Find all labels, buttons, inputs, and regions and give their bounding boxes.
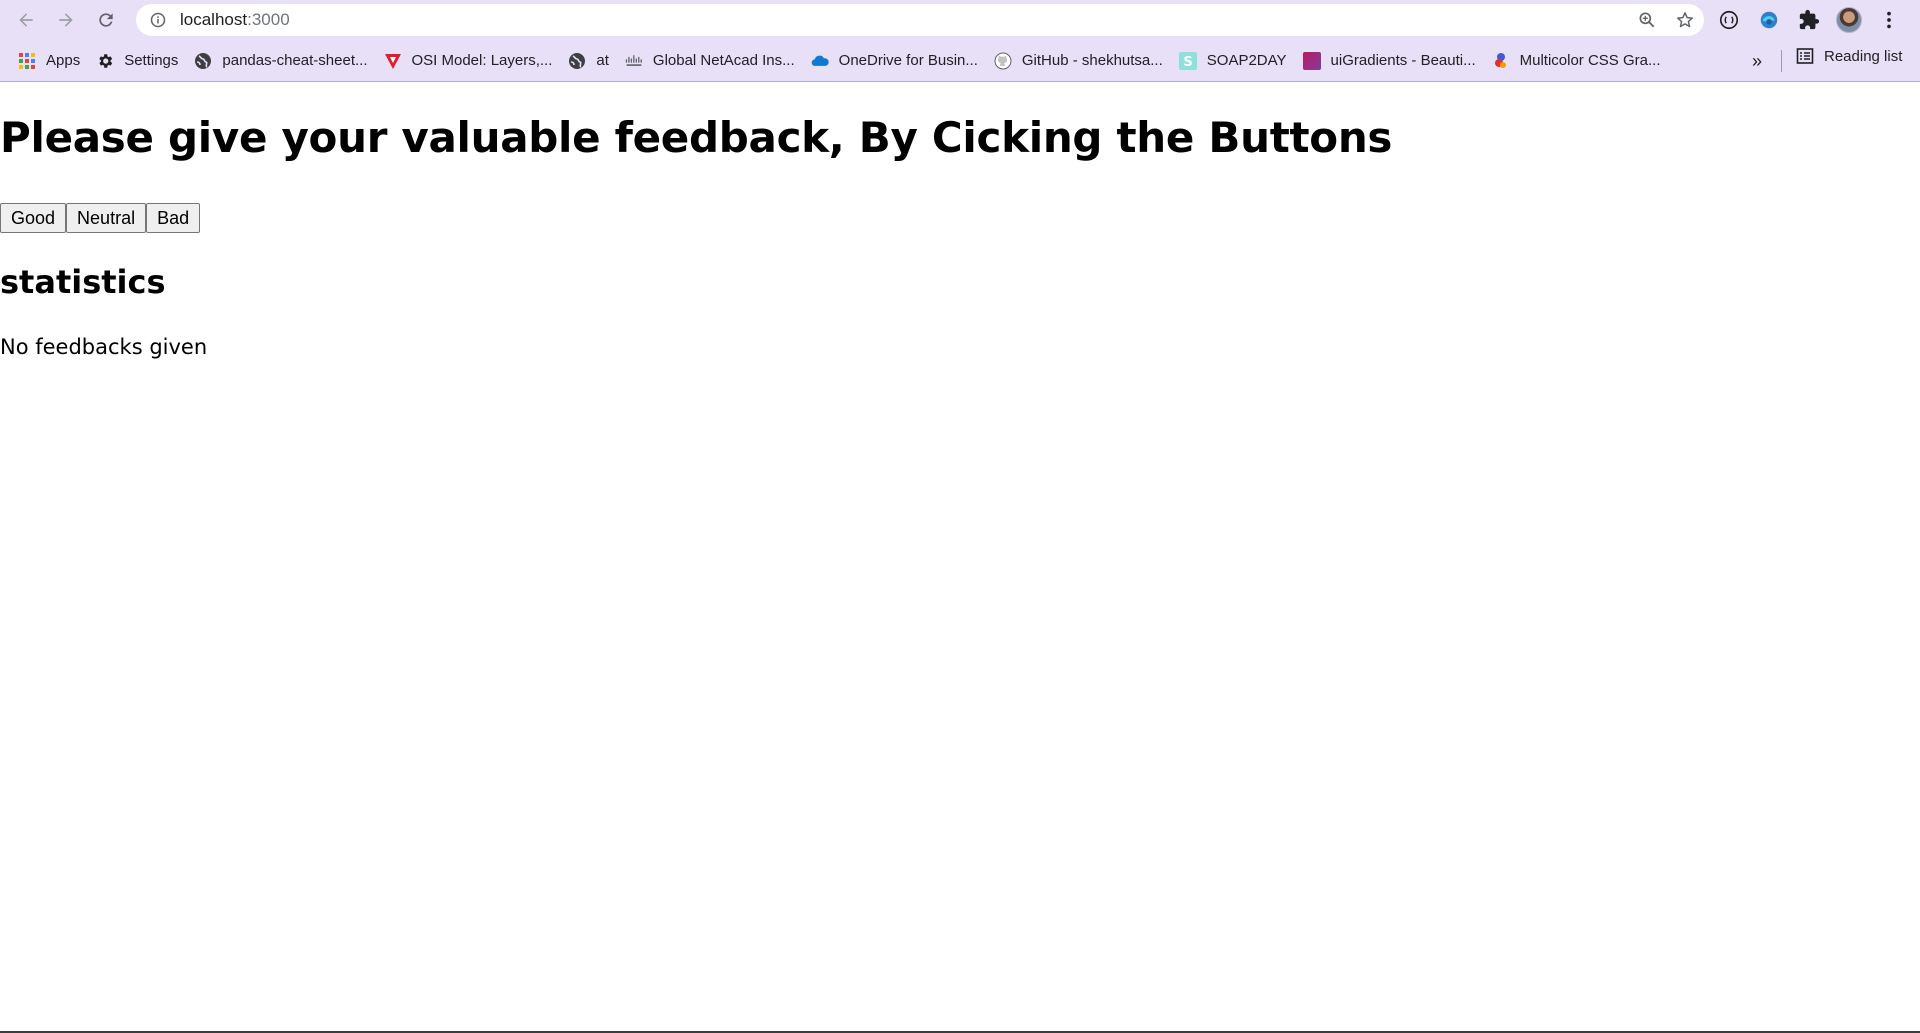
bookmark-onedrive[interactable]: OneDrive for Busin... — [803, 47, 986, 75]
reading-list-button[interactable]: Reading list — [1796, 47, 1902, 65]
svg-text:S: S — [1183, 55, 1192, 70]
bookmark-global-netacad[interactable]: Global NetAcad Ins... — [617, 47, 803, 75]
bookmark-osi-model[interactable]: OSI Model: Layers,... — [376, 47, 561, 75]
bookmarks-bar: Apps Settings pandas-cheat-sheet... OSI … — [0, 40, 1920, 82]
bookmark-label: Settings — [124, 52, 179, 69]
edge-extension-icon[interactable] — [1756, 7, 1782, 33]
bookmark-apps[interactable]: Apps — [10, 47, 88, 75]
s-badge-icon: S — [1178, 51, 1197, 70]
bookmark-uigradients[interactable]: uiGradients - Beauti... — [1295, 47, 1484, 75]
url-port: :3000 — [247, 10, 290, 29]
cloud-icon — [811, 52, 829, 70]
profile-avatar[interactable] — [1836, 7, 1862, 33]
url-host: localhost — [180, 10, 248, 29]
bookmark-label: uiGradients - Beauti... — [1330, 52, 1476, 69]
arrow-left-icon — [19, 13, 33, 27]
bookmark-label: Global NetAcad Ins... — [652, 52, 795, 69]
empty-statistics-message: No feedbacks given — [0, 335, 208, 359]
star-icon[interactable] — [1674, 9, 1696, 31]
bookmark-settings[interactable]: Settings — [88, 47, 186, 75]
bookmark-label: OSI Model: Layers,... — [411, 52, 553, 69]
kebab-menu-icon[interactable] — [1876, 7, 1902, 33]
cisco-icon — [625, 52, 643, 70]
good-button[interactable]: Good — [0, 203, 67, 233]
zoom-icon[interactable] — [1636, 9, 1658, 31]
github-icon — [994, 52, 1012, 70]
back-button[interactable] — [6, 0, 46, 40]
bookmark-label: pandas-cheat-sheet... — [222, 52, 368, 69]
bookmark-label: OneDrive for Busin... — [838, 52, 978, 69]
bookmarks-divider — [1781, 50, 1782, 72]
browser-toolbar: localhost:3000 — [0, 0, 1920, 40]
bookmark-label: SOAP2DAY — [1206, 52, 1287, 69]
gear-icon — [96, 52, 114, 70]
reload-button[interactable] — [86, 0, 126, 40]
bookmark-pandas-cheat-sheet[interactable]: pandas-cheat-sheet... — [186, 47, 375, 75]
bookmark-label: Multicolor CSS Gra... — [1519, 52, 1661, 69]
apps-grid-icon — [18, 52, 36, 70]
extension-circle-icon[interactable] — [1716, 7, 1742, 33]
globe-icon — [194, 52, 212, 70]
bookmark-label: GitHub - shekhutsa... — [1021, 52, 1163, 69]
bookmark-label: Apps — [46, 52, 81, 69]
site-info-icon[interactable] — [150, 12, 166, 28]
bookmark-github[interactable]: GitHub - shekhutsa... — [986, 47, 1171, 75]
feedback-buttons: Good Neutral Bad — [0, 203, 201, 233]
url-text[interactable]: localhost:3000 — [180, 10, 290, 30]
reading-list-label: Reading list — [1824, 47, 1903, 65]
statistics-heading: statistics — [0, 263, 166, 301]
bookmark-multicolor-css[interactable]: Multicolor CSS Gra... — [1484, 47, 1669, 75]
reload-icon — [99, 13, 113, 27]
neutral-button[interactable]: Neutral — [66, 203, 147, 233]
more-bookmarks-button[interactable]: » — [1752, 40, 1762, 82]
arrow-right-icon — [59, 13, 73, 27]
gradient-square-icon — [1302, 51, 1321, 70]
page-content: Please give your valuable feedback, By C… — [0, 83, 1920, 1031]
bookmark-soap2day[interactable]: S SOAP2DAY — [1171, 47, 1295, 75]
reading-list-icon — [1796, 47, 1814, 65]
bookmark-at[interactable]: at — [560, 47, 617, 75]
forward-button[interactable] — [46, 0, 86, 40]
bookmark-label: at — [596, 52, 609, 69]
address-bar[interactable]: localhost:3000 — [136, 4, 1704, 36]
red-v-icon — [384, 52, 402, 70]
puzzle-extensions-icon[interactable] — [1796, 7, 1822, 33]
bad-button[interactable]: Bad — [146, 203, 201, 233]
page-title: Please give your valuable feedback, By C… — [0, 113, 1393, 162]
multicolor-icon — [1492, 52, 1510, 70]
globe-icon — [568, 52, 586, 70]
